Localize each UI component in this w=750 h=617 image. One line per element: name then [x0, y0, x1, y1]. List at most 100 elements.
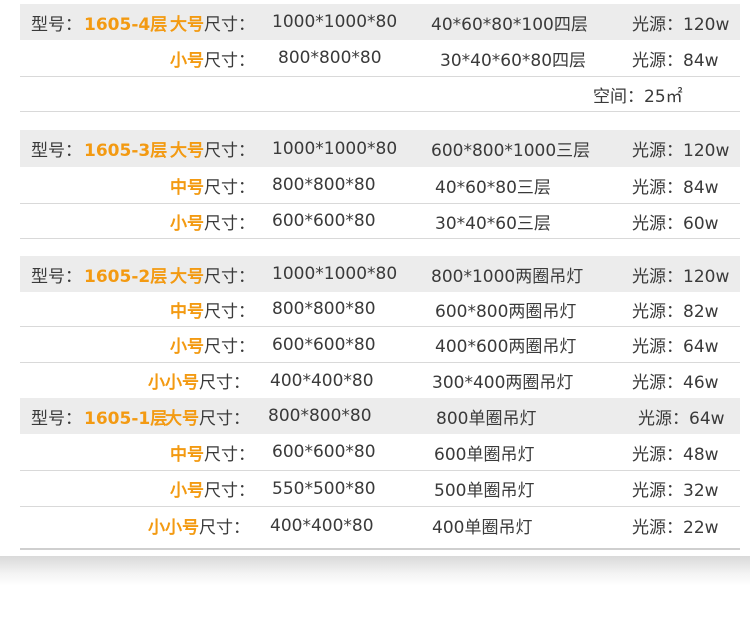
size-cell: 小号 尺寸：	[170, 327, 255, 362]
size-label: 大号	[165, 408, 199, 429]
group-header-row: 型号： 1605-1层 大号 尺寸： 800*800*80 800单圈吊灯 光源：…	[20, 398, 740, 434]
size-cell: 大号 尺寸：	[170, 130, 255, 167]
table-row: 小号 尺寸： 600*600*80 400*600两圈吊灯 光源：64w	[20, 327, 740, 362]
size-cell: 小号 尺寸：	[170, 204, 255, 238]
light-power: 光源：84w	[632, 177, 719, 198]
size-suffix: 尺寸：	[204, 481, 255, 501]
size-suffix: 尺寸：	[204, 266, 255, 287]
size-cell: 大号 尺寸：	[170, 4, 255, 40]
light-power: 光源：82w	[632, 301, 719, 322]
size-label: 大号	[170, 141, 204, 161]
size-label: 小小号	[148, 518, 199, 538]
size-label: 小号	[170, 213, 204, 234]
size-suffix: 尺寸：	[204, 141, 255, 161]
model-label: 型号：	[31, 141, 82, 161]
light-power: 光源：22w	[632, 518, 719, 538]
size-cell: 小小号 尺寸：	[148, 507, 250, 544]
layer-spec: 600*800*1000三层	[431, 141, 591, 161]
size-cell: 小小号 尺寸：	[148, 363, 250, 398]
size-cell: 中号 尺寸：	[170, 167, 255, 203]
size-suffix: 尺寸：	[204, 444, 255, 465]
group-header-row: 型号： 1605-3层 大号 尺寸： 1000*1000*80 600*800*1…	[20, 130, 740, 167]
light-power: 光源：84w	[632, 50, 719, 71]
size-label: 大号	[170, 266, 204, 287]
dimensions: 1000*1000*80	[272, 12, 398, 32]
table-row: 小号 尺寸： 550*500*80 500单圈吊灯 光源：32w	[20, 471, 740, 506]
dimensions: 800*800*80	[268, 406, 372, 426]
table-row: 空间：25㎡	[20, 77, 740, 111]
layer-spec: 500单圈吊灯	[434, 481, 535, 501]
size-suffix: 尺寸：	[204, 177, 255, 198]
size-label: 小号	[170, 337, 204, 357]
table-row: 中号 尺寸： 600*600*80 600单圈吊灯 光源：48w	[20, 434, 740, 470]
model-code: 1605-1层	[84, 408, 168, 429]
size-label: 大号	[170, 14, 204, 35]
table-row: 小小号 尺寸： 400*400*80 400单圈吊灯 光源：22w	[20, 507, 740, 544]
table-row: 小号 尺寸： 600*600*80 30*40*60三层 光源：60w	[20, 204, 740, 238]
model-label: 型号：	[31, 408, 82, 429]
layer-spec: 600单圈吊灯	[434, 444, 535, 465]
size-suffix: 尺寸：	[204, 337, 255, 357]
layer-spec: 40*60*80三层	[435, 177, 551, 198]
model-code: 1605-4层	[84, 14, 168, 35]
light-power: 光源：60w	[632, 213, 719, 234]
light-power: 光源：48w	[632, 444, 719, 465]
size-cell: 小号 尺寸：	[170, 471, 255, 506]
light-power: 光源：64w	[638, 408, 725, 429]
layer-spec: 300*400两圈吊灯	[432, 373, 574, 393]
size-cell: 小号 尺寸：	[170, 40, 255, 76]
dimensions: 400*400*80	[270, 370, 374, 391]
dimensions: 550*500*80	[272, 478, 376, 499]
light-power: 光源：120w	[632, 141, 730, 161]
layer-spec: 600*800两圈吊灯	[435, 301, 577, 322]
light-power: 光源：64w	[632, 337, 719, 357]
space-area: 空间：25㎡	[593, 86, 683, 107]
model-label: 型号：	[31, 266, 82, 287]
size-suffix: 尺寸：	[199, 408, 250, 429]
size-cell: 中号 尺寸：	[170, 292, 255, 326]
table-row: 小号 尺寸： 800*800*80 30*40*60*80四层 光源：84w	[20, 40, 740, 76]
group-header-row: 型号： 1605-2层 大号 尺寸： 1000*1000*80 800*1000两…	[20, 256, 740, 292]
dimensions: 800*800*80	[272, 299, 376, 319]
dimensions: 1000*1000*80	[272, 264, 398, 284]
layer-spec: 800*1000两圈吊灯	[431, 266, 584, 287]
size-suffix: 尺寸：	[204, 213, 255, 234]
light-power: 光源：32w	[632, 481, 719, 501]
dimensions: 400*400*80	[270, 515, 374, 536]
dimensions: 600*600*80	[272, 334, 376, 355]
size-suffix: 尺寸：	[199, 518, 250, 538]
table-row: 中号 尺寸： 800*800*80 40*60*80三层 光源：84w	[20, 167, 740, 203]
model-label: 型号：	[31, 14, 82, 35]
footer-shadow	[0, 556, 750, 586]
size-label: 小小号	[148, 373, 199, 393]
size-label: 小号	[170, 50, 204, 71]
size-label: 小号	[170, 481, 204, 501]
layer-spec: 800单圈吊灯	[436, 408, 537, 429]
divider	[20, 111, 740, 112]
size-label: 中号	[170, 177, 204, 198]
size-cell: 中号 尺寸：	[170, 434, 255, 470]
layer-spec: 30*40*60三层	[435, 213, 551, 234]
light-power: 光源：120w	[632, 14, 730, 35]
table-row: 中号 尺寸： 800*800*80 600*800两圈吊灯 光源：82w	[20, 292, 740, 326]
group-header-row: 型号： 1605-4层 大号 尺寸： 1000*1000*80 40*60*80*…	[20, 4, 740, 40]
size-suffix: 尺寸：	[199, 373, 250, 393]
layer-spec: 400单圈吊灯	[432, 518, 533, 538]
divider	[20, 238, 740, 239]
size-suffix: 尺寸：	[204, 50, 255, 71]
dimensions: 800*800*80	[272, 175, 376, 195]
dimensions: 600*600*80	[272, 442, 376, 462]
layer-spec: 40*60*80*100四层	[431, 14, 588, 35]
model-code: 1605-3层	[84, 141, 168, 161]
size-suffix: 尺寸：	[204, 14, 255, 35]
table-row: 小小号 尺寸： 400*400*80 300*400两圈吊灯 光源：46w	[20, 363, 740, 398]
layer-spec: 30*40*60*80四层	[440, 50, 587, 71]
size-label: 中号	[170, 444, 204, 465]
layer-spec: 400*600两圈吊灯	[435, 337, 577, 357]
dimensions: 1000*1000*80	[272, 138, 398, 159]
size-suffix: 尺寸：	[204, 301, 255, 322]
dimensions: 600*600*80	[272, 211, 376, 231]
size-cell: 大号 尺寸：	[165, 398, 250, 434]
light-power: 光源：46w	[632, 373, 719, 393]
size-cell: 大号 尺寸：	[170, 256, 255, 292]
